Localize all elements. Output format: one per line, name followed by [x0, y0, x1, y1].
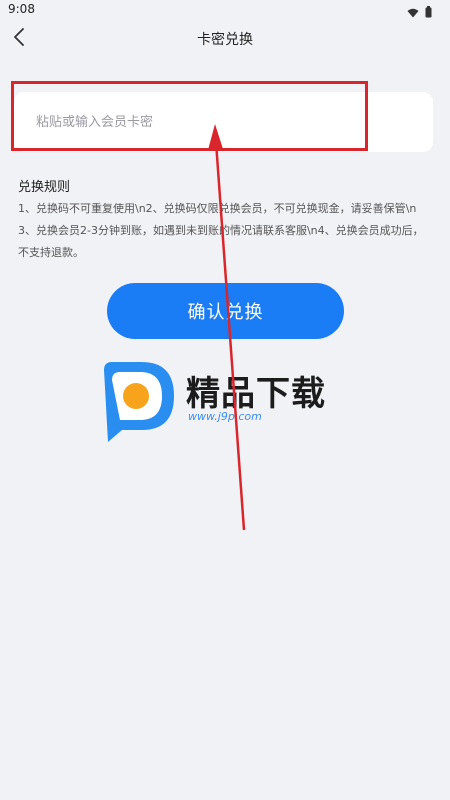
confirm-redeem-button[interactable]: 确认兑换	[107, 283, 344, 339]
watermark-brand: 精品下载	[186, 374, 326, 414]
watermark: 精品下载 www.j9p.com	[98, 360, 358, 444]
rules-text: 1、兑换码不可重复使用\n2、兑换码仅限兑换会员，不可兑换现金，请妥善保管\n3…	[18, 202, 424, 259]
status-time: 9:08	[8, 2, 35, 16]
watermark-url: www.j9p.com	[188, 410, 262, 423]
card-input-container	[14, 92, 433, 152]
watermark-logo-icon	[98, 360, 178, 448]
rules-title: 兑换规则	[18, 180, 71, 195]
status-bar: 9:08	[0, 0, 450, 20]
card-code-input[interactable]	[34, 108, 418, 136]
page-title: 卡密兑换	[197, 32, 253, 48]
nav-bar: 卡密兑换	[0, 20, 450, 58]
